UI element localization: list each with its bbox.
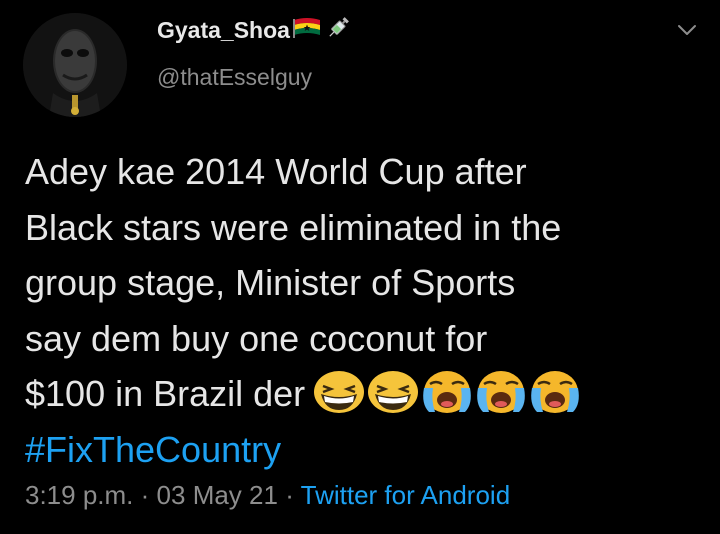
tweet-source-link[interactable]: Twitter for Android xyxy=(301,480,511,510)
tweet-line: Adey kae 2014 World Cup after xyxy=(25,151,527,192)
tweet-time[interactable]: 3:19 p.m. xyxy=(25,480,133,510)
loudly-crying-face-icon xyxy=(477,371,525,413)
tweet-line-with-emojis: $100 in Brazil der xyxy=(25,366,705,422)
grinning-squint-face-icon xyxy=(314,371,365,413)
chevron-down-icon[interactable] xyxy=(676,22,698,38)
loudly-crying-face-icon xyxy=(531,371,579,413)
hashtag-link[interactable]: #FixTheCountry xyxy=(25,422,705,478)
author-name-row[interactable]: Gyata_Shoa xyxy=(157,14,352,46)
tweet-line: Black stars were eliminated in the xyxy=(25,206,562,248)
avatar[interactable] xyxy=(23,13,127,117)
author-handle[interactable]: @thatEsselguy xyxy=(157,64,312,91)
meta-separator: · xyxy=(285,480,294,510)
emoji-row xyxy=(313,370,581,414)
masked-face-avatar-image xyxy=(23,13,127,117)
ghana-flag-icon xyxy=(292,16,322,44)
tweet-meta: 3:19 p.m. · 03 May 21 · Twitter for Andr… xyxy=(25,480,510,511)
meta-separator: · xyxy=(140,480,150,510)
tweet-line: $100 in Brazil der xyxy=(25,373,306,414)
grinning-squint-face-icon xyxy=(368,371,419,413)
syringe-icon xyxy=(326,14,352,46)
tweet-line: say dem buy one coconut for xyxy=(25,317,488,359)
tweet-date[interactable]: 03 May 21 xyxy=(157,480,278,510)
tweet-line: group stage, Minister of Sports xyxy=(25,262,516,303)
tweet-text: Adey kae 2014 World Cup after Black star… xyxy=(25,144,705,477)
author-display-name[interactable]: Gyata_Shoa xyxy=(157,17,290,44)
loudly-crying-face-icon xyxy=(423,371,471,413)
